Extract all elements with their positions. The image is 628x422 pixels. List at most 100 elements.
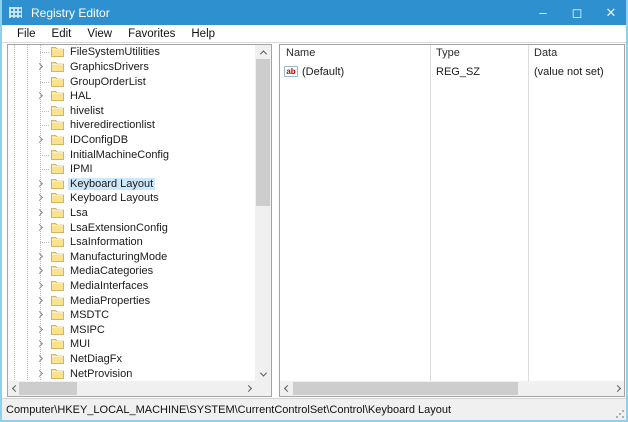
tree-item[interactable]: Lsa	[8, 206, 255, 221]
scroll-right-icon	[244, 384, 252, 393]
registry-value-row[interactable]: ab (Default) REG_SZ (value not set)	[280, 64, 624, 79]
tree-item[interactable]: FileSystemUtilities	[8, 45, 255, 60]
horizontal-scroll-thumb[interactable]	[293, 382, 518, 395]
tree-item-label: Keyboard Layouts	[70, 192, 159, 205]
tree-item-label: MediaInterfaces	[70, 280, 149, 293]
folder-icon	[51, 119, 65, 131]
tree-viewport: FileSystemUtilities GraphicsDrivers GroupO…	[8, 45, 255, 381]
scroll-down-button[interactable]	[255, 367, 271, 381]
tree-item[interactable]: InitialMachineConfig	[8, 147, 255, 162]
tree-item[interactable]: MSIPC	[8, 323, 255, 338]
value-type-cell: REG_SZ	[436, 65, 481, 78]
chevron-right-icon[interactable]	[35, 135, 44, 143]
chevron-right-icon[interactable]	[35, 179, 44, 187]
folder-icon	[51, 236, 65, 248]
folder-icon	[51, 46, 65, 58]
scroll-right-button[interactable]	[610, 381, 624, 396]
folder-icon	[51, 178, 65, 189]
folder-icon	[51, 309, 65, 321]
folder-icon	[51, 280, 65, 291]
close-button[interactable]: ✕	[594, 0, 626, 25]
registry-editor-window: Registry Editor – ◻ ✕ File Edit View Favori…	[0, 0, 628, 422]
chevron-right-icon[interactable]	[35, 62, 44, 70]
tree-item-label: MSIPC	[70, 323, 105, 336]
tree-item[interactable]: MUI	[8, 337, 255, 352]
tree-item-label: Keyboard Layout	[68, 177, 156, 190]
tree-item[interactable]: NetProvision	[8, 366, 255, 381]
scroll-left-icon	[283, 384, 291, 393]
chevron-right-icon[interactable]	[35, 340, 44, 348]
chevron-right-icon[interactable]	[35, 325, 44, 333]
tree-vertical-scrollbar[interactable]	[255, 45, 271, 381]
tree-item[interactable]: GraphicsDrivers	[8, 60, 255, 75]
column-separator[interactable]	[528, 45, 529, 381]
tree-rows: FileSystemUtilities GraphicsDrivers GroupO…	[8, 45, 255, 381]
column-separator[interactable]	[430, 45, 431, 381]
tree-item[interactable]: MediaProperties	[8, 293, 255, 308]
values-horizontal-scrollbar[interactable]	[280, 381, 624, 396]
tree-item[interactable]: IDConfigDB	[8, 133, 255, 148]
tree-connector	[40, 81, 50, 83]
chevron-right-icon[interactable]	[35, 296, 44, 304]
column-header-name[interactable]: Name	[280, 45, 430, 63]
tree-item[interactable]: MSDTC	[8, 308, 255, 323]
scroll-right-button[interactable]	[241, 381, 255, 396]
tree-item[interactable]: LsaInformation	[8, 235, 255, 250]
tree-connector	[40, 169, 50, 171]
chevron-right-icon[interactable]	[35, 194, 44, 202]
tree-item[interactable]: IPMI	[8, 162, 255, 177]
string-value-icon: ab	[284, 66, 298, 77]
menu-file[interactable]: File	[9, 28, 44, 40]
tree-item-label: NetDiagFx	[70, 353, 122, 366]
resize-grip-icon[interactable]	[616, 410, 624, 418]
column-header-type[interactable]: Type	[430, 45, 528, 63]
menu-view[interactable]: View	[79, 28, 120, 40]
tree-item-label: GraphicsDrivers	[70, 60, 149, 73]
chevron-right-icon[interactable]	[35, 208, 44, 217]
tree-item[interactable]: MediaInterfaces	[8, 279, 255, 294]
scroll-right-icon	[613, 384, 621, 393]
column-header-data[interactable]: Data	[528, 45, 624, 63]
scroll-up-button[interactable]	[255, 45, 271, 59]
chevron-right-icon[interactable]	[35, 282, 44, 290]
tree-item-label: MediaProperties	[70, 294, 151, 307]
tree-item-label: FileSystemUtilities	[70, 46, 160, 59]
tree-item[interactable]: HAL	[8, 89, 255, 104]
tree-horizontal-scrollbar[interactable]	[8, 381, 255, 396]
tree-item[interactable]: hiveredirectionlist	[8, 118, 255, 133]
minimize-button[interactable]: –	[526, 0, 560, 25]
tree-item[interactable]: hivelist	[8, 103, 255, 118]
title-bar: Registry Editor – ◻ ✕	[2, 0, 626, 25]
folder-icon	[51, 368, 65, 379]
menu-help[interactable]: Help	[183, 28, 223, 40]
horizontal-scroll-thumb[interactable]	[19, 382, 77, 395]
tree-item[interactable]: GroupOrderList	[8, 74, 255, 89]
tree-item[interactable]: NetDiagFx	[8, 352, 255, 367]
folder-icon	[51, 90, 65, 102]
maximize-button[interactable]: ◻	[560, 0, 594, 25]
folder-icon	[51, 163, 65, 175]
tree-item-label: hiveredirectionlist	[70, 119, 155, 132]
tree-item-label: InitialMachineConfig	[70, 148, 170, 161]
menu-edit[interactable]: Edit	[44, 28, 80, 40]
chevron-right-icon[interactable]	[35, 355, 44, 363]
chevron-right-icon[interactable]	[35, 311, 44, 319]
chevron-right-icon[interactable]	[35, 252, 44, 260]
tree-item[interactable]: Keyboard Layout	[8, 176, 255, 191]
chevron-right-icon[interactable]	[35, 369, 44, 377]
value-name: (Default)	[302, 65, 345, 78]
vertical-scroll-thumb[interactable]	[256, 59, 270, 206]
menu-favorites[interactable]: Favorites	[120, 28, 183, 40]
chevron-right-icon[interactable]	[35, 223, 44, 231]
chevron-right-icon[interactable]	[35, 92, 44, 100]
chevron-right-icon[interactable]	[35, 267, 44, 275]
tree-item[interactable]: LsaExtensionConfig	[8, 220, 255, 235]
tree-pane: FileSystemUtilities GraphicsDrivers GroupO…	[7, 44, 272, 397]
pane-splitter[interactable]	[272, 44, 279, 398]
tree-item[interactable]: ManufacturingMode	[8, 250, 255, 265]
scroll-left-button[interactable]	[280, 381, 294, 396]
tree-item[interactable]: Keyboard Layouts	[8, 191, 255, 206]
tree-item-label: MediaCategories	[70, 265, 154, 278]
status-bar: Computer\HKEY_LOCAL_MACHINE\SYSTEM\Curre…	[2, 398, 626, 420]
tree-item[interactable]: MediaCategories	[8, 264, 255, 279]
